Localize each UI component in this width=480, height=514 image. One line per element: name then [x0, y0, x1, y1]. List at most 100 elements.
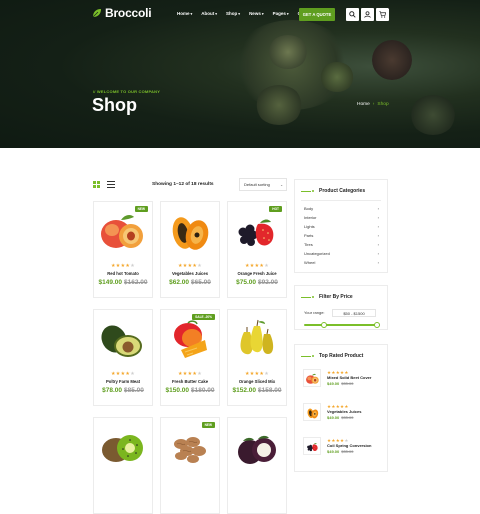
chevron-right-icon: ›	[378, 206, 379, 211]
product-price: $152.00$158.00	[228, 387, 286, 394]
price-range-input[interactable]: $50 - $1500	[332, 309, 376, 317]
grid-view-icon[interactable]	[93, 181, 100, 188]
menu-item-pages[interactable]: Pages▾	[273, 11, 289, 16]
product-card[interactable]: ★★★★★Vegetables Juices$62.00$65.00	[160, 201, 220, 298]
top-rated-item[interactable]: ★★★★★Vegetables Juices$49.00$55.00	[303, 403, 383, 421]
product-card[interactable]	[227, 417, 287, 514]
top-rated-name[interactable]: Coil Spring Conversion	[327, 443, 371, 448]
category-item[interactable]: Interior›	[304, 213, 379, 221]
price-slider-min-handle[interactable]	[321, 322, 327, 328]
product-badge: NEW	[202, 422, 215, 428]
category-item[interactable]: Tires›	[304, 240, 379, 248]
product-price: $150.00$180.00	[161, 387, 219, 394]
chevron-right-icon: ›	[378, 224, 379, 229]
menu-item-shop[interactable]: Shop▾	[226, 11, 240, 16]
breadcrumb-separator: ›	[373, 102, 375, 107]
product-image[interactable]	[161, 202, 219, 260]
product-badge: SALE -20%	[192, 314, 215, 320]
page-title: Shop	[92, 95, 137, 116]
product-image[interactable]	[228, 310, 286, 368]
product-rating: ★★★★★	[94, 371, 152, 377]
product-name[interactable]: Red hot Tomato	[94, 271, 152, 276]
product-rating: ★★★★★	[94, 263, 152, 269]
product-card[interactable]: HOT★★★★★Orange Fresh Juice$75.00$92.00	[227, 201, 287, 298]
product-card[interactable]	[93, 417, 153, 514]
product-name[interactable]: Orange Fresh Juice	[228, 271, 286, 276]
chevron-right-icon: ›	[378, 260, 379, 265]
list-view-icon[interactable]	[107, 181, 115, 188]
top-rated-image[interactable]	[303, 437, 321, 455]
top-rated-name[interactable]: Vegetables Juices	[327, 409, 361, 414]
product-categories-widget: Product Categories Body › Interior›Lights›…	[294, 179, 388, 273]
category-label: Body	[304, 206, 313, 211]
menu-label: News	[249, 11, 261, 16]
current-price: $78.00	[102, 387, 122, 394]
top-rated-price: $49.00$55.00	[327, 381, 353, 386]
current-price: $49.00	[327, 415, 339, 420]
old-price: $55.00	[341, 381, 353, 386]
category-item[interactable]: Parts ›	[304, 231, 379, 239]
top-rated-item[interactable]: ★★★★★Coil Spring Conversion$49.00$55.00	[303, 437, 383, 455]
category-item[interactable]: Body ›	[304, 204, 379, 212]
product-image[interactable]	[94, 310, 152, 368]
current-price: $62.00	[169, 279, 189, 286]
menu-item-news[interactable]: News▾	[249, 11, 264, 16]
category-item[interactable]: Uncategorized›	[304, 249, 379, 257]
product-name[interactable]: Poltry Farm Meat	[94, 379, 152, 384]
top-rated-item[interactable]: ★★★★★Mixed Solid Beet Cover$49.00$55.00	[303, 369, 383, 387]
product-card[interactable]: ★★★★★Orange Sliced Mix$152.00$158.00	[227, 309, 287, 406]
top-rated-image[interactable]	[303, 403, 321, 421]
logo[interactable]: Broccoli	[92, 6, 151, 20]
product-image[interactable]	[94, 418, 152, 476]
sort-select[interactable]: Default sorting ⌄	[239, 178, 287, 191]
account-button[interactable]	[361, 8, 374, 21]
product-card[interactable]: NEW★★★★★Red hot Tomato$149.00$162.00	[93, 201, 153, 298]
product-card[interactable]: ★★★★★ Poltry Farm Meat $78.00$85.00	[93, 309, 153, 406]
product-name[interactable]: Vegetables Juices	[161, 271, 219, 276]
product-rating: ★★★★★	[161, 371, 219, 377]
old-price: $158.00	[258, 387, 282, 394]
chevron-right-icon: ›	[378, 233, 379, 238]
product-price: $75.00$92.00	[228, 279, 286, 286]
current-price: $152.00	[233, 387, 257, 394]
caret-down-icon: ▾	[287, 12, 289, 16]
product-rating: ★★★★★	[161, 263, 219, 269]
broccoli-leaf-icon	[92, 8, 102, 18]
product-image[interactable]	[228, 418, 286, 476]
product-rating: ★★★★★	[228, 263, 286, 269]
product-card[interactable]: SALE -20% ★★★★★ Fresh Butter Cake $150.00$1…	[160, 309, 220, 406]
product-card[interactable]: NEW	[160, 417, 220, 514]
cart-button[interactable]: 0	[376, 8, 389, 21]
caret-down-icon: ▾	[215, 12, 217, 16]
get-a-quote-button[interactable]: GET A QUOTE	[299, 8, 335, 21]
breadcrumb-home-link[interactable]: Home	[357, 102, 370, 107]
main-menu: Home▾ About▾ Shop▾ News▾ Pages▾ Contact	[177, 11, 314, 16]
top-rated-name[interactable]: Mixed Solid Beet Cover	[327, 375, 371, 380]
search-button[interactable]	[346, 8, 359, 21]
divider	[301, 200, 381, 201]
category-item[interactable]: Lights›	[304, 222, 379, 230]
current-price: $150.00	[166, 387, 190, 394]
cart-icon	[379, 11, 386, 18]
old-price: $55.00	[341, 449, 353, 454]
current-price: $49.00	[327, 381, 339, 386]
product-name[interactable]: Orange Sliced Mix	[228, 379, 286, 384]
chevron-down-icon: ⌄	[280, 183, 283, 187]
category-label: Wheel	[304, 260, 315, 265]
chevron-right-icon: ›	[378, 251, 379, 256]
menu-item-home[interactable]: Home▾	[177, 11, 192, 16]
user-icon	[364, 11, 371, 18]
menu-item-about[interactable]: About▾	[201, 11, 217, 16]
product-name[interactable]: Fresh Butter Cake	[161, 379, 219, 384]
price-slider-max-handle[interactable]	[374, 322, 380, 328]
product-badge: NEW	[135, 206, 148, 212]
category-label: Parts	[304, 233, 313, 238]
top-rated-image[interactable]	[303, 369, 321, 387]
widget-title-text: Top Rated Product	[319, 353, 363, 359]
category-item[interactable]: Wheel ›	[304, 258, 379, 266]
caret-down-icon: ▾	[238, 12, 240, 16]
widget-title-text: Product Categories	[319, 188, 365, 194]
old-price: $85.00	[124, 387, 144, 394]
old-price: $92.00	[258, 279, 278, 286]
sort-value: Default sorting	[244, 182, 270, 187]
